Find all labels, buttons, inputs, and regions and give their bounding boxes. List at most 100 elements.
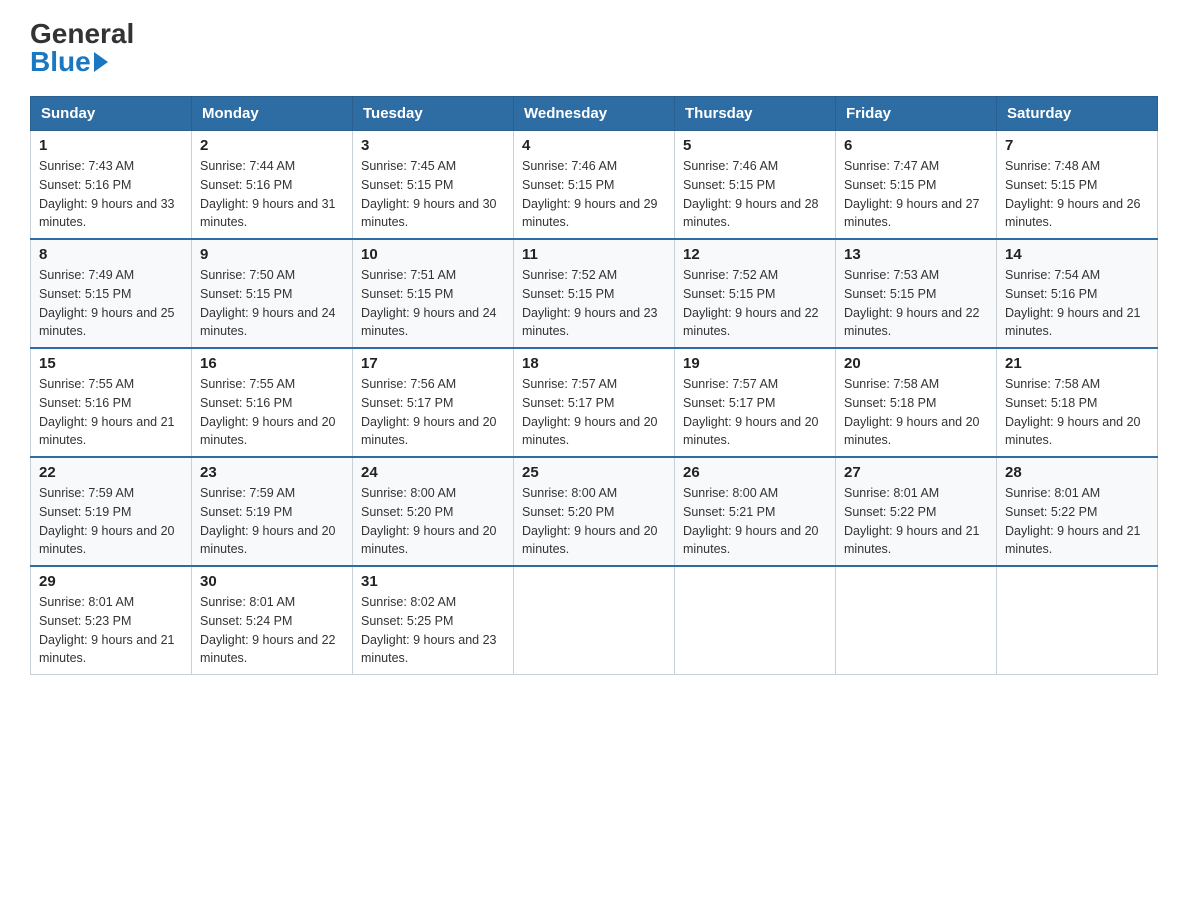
day-cell: 22 Sunrise: 7:59 AM Sunset: 5:19 PM Dayl… <box>31 457 192 566</box>
day-cell <box>675 566 836 675</box>
header: General Blue <box>30 20 1158 76</box>
day-cell: 25 Sunrise: 8:00 AM Sunset: 5:20 PM Dayl… <box>514 457 675 566</box>
day-cell: 21 Sunrise: 7:58 AM Sunset: 5:18 PM Dayl… <box>997 348 1158 457</box>
day-info: Sunrise: 7:58 AM Sunset: 5:18 PM Dayligh… <box>1005 377 1141 447</box>
day-number: 16 <box>200 355 344 372</box>
day-cell <box>836 566 997 675</box>
day-number: 17 <box>361 355 505 372</box>
day-number: 10 <box>361 246 505 263</box>
day-number: 8 <box>39 246 183 263</box>
day-info: Sunrise: 7:50 AM Sunset: 5:15 PM Dayligh… <box>200 268 336 338</box>
day-info: Sunrise: 7:55 AM Sunset: 5:16 PM Dayligh… <box>200 377 336 447</box>
day-number: 14 <box>1005 246 1149 263</box>
day-info: Sunrise: 7:57 AM Sunset: 5:17 PM Dayligh… <box>522 377 658 447</box>
day-number: 26 <box>683 464 827 481</box>
day-info: Sunrise: 7:57 AM Sunset: 5:17 PM Dayligh… <box>683 377 819 447</box>
day-number: 7 <box>1005 137 1149 154</box>
day-info: Sunrise: 8:01 AM Sunset: 5:24 PM Dayligh… <box>200 595 336 665</box>
day-info: Sunrise: 7:58 AM Sunset: 5:18 PM Dayligh… <box>844 377 980 447</box>
day-cell: 18 Sunrise: 7:57 AM Sunset: 5:17 PM Dayl… <box>514 348 675 457</box>
col-monday: Monday <box>192 97 353 131</box>
col-friday: Friday <box>836 97 997 131</box>
logo-blue-text: Blue <box>30 48 110 76</box>
day-cell: 6 Sunrise: 7:47 AM Sunset: 5:15 PM Dayli… <box>836 131 997 240</box>
day-number: 23 <box>200 464 344 481</box>
day-cell: 27 Sunrise: 8:01 AM Sunset: 5:22 PM Dayl… <box>836 457 997 566</box>
day-info: Sunrise: 7:59 AM Sunset: 5:19 PM Dayligh… <box>39 486 175 556</box>
day-number: 15 <box>39 355 183 372</box>
day-info: Sunrise: 8:01 AM Sunset: 5:22 PM Dayligh… <box>1005 486 1141 556</box>
col-sunday: Sunday <box>31 97 192 131</box>
day-number: 31 <box>361 573 505 590</box>
day-cell: 28 Sunrise: 8:01 AM Sunset: 5:22 PM Dayl… <box>997 457 1158 566</box>
day-cell: 17 Sunrise: 7:56 AM Sunset: 5:17 PM Dayl… <box>353 348 514 457</box>
day-info: Sunrise: 8:00 AM Sunset: 5:20 PM Dayligh… <box>361 486 497 556</box>
day-number: 25 <box>522 464 666 481</box>
day-info: Sunrise: 8:01 AM Sunset: 5:22 PM Dayligh… <box>844 486 980 556</box>
day-info: Sunrise: 7:52 AM Sunset: 5:15 PM Dayligh… <box>683 268 819 338</box>
day-number: 19 <box>683 355 827 372</box>
week-row-3: 15 Sunrise: 7:55 AM Sunset: 5:16 PM Dayl… <box>31 348 1158 457</box>
day-number: 22 <box>39 464 183 481</box>
day-cell: 23 Sunrise: 7:59 AM Sunset: 5:19 PM Dayl… <box>192 457 353 566</box>
day-number: 1 <box>39 137 183 154</box>
day-cell: 4 Sunrise: 7:46 AM Sunset: 5:15 PM Dayli… <box>514 131 675 240</box>
week-row-2: 8 Sunrise: 7:49 AM Sunset: 5:15 PM Dayli… <box>31 239 1158 348</box>
logo-triangle-icon <box>94 52 108 72</box>
day-info: Sunrise: 7:56 AM Sunset: 5:17 PM Dayligh… <box>361 377 497 447</box>
logo: General Blue <box>30 20 134 76</box>
day-cell: 13 Sunrise: 7:53 AM Sunset: 5:15 PM Dayl… <box>836 239 997 348</box>
day-info: Sunrise: 7:46 AM Sunset: 5:15 PM Dayligh… <box>683 159 819 229</box>
day-cell: 29 Sunrise: 8:01 AM Sunset: 5:23 PM Dayl… <box>31 566 192 675</box>
day-cell: 20 Sunrise: 7:58 AM Sunset: 5:18 PM Dayl… <box>836 348 997 457</box>
day-info: Sunrise: 7:44 AM Sunset: 5:16 PM Dayligh… <box>200 159 336 229</box>
day-cell <box>997 566 1158 675</box>
day-cell: 1 Sunrise: 7:43 AM Sunset: 5:16 PM Dayli… <box>31 131 192 240</box>
day-cell: 12 Sunrise: 7:52 AM Sunset: 5:15 PM Dayl… <box>675 239 836 348</box>
day-info: Sunrise: 8:01 AM Sunset: 5:23 PM Dayligh… <box>39 595 175 665</box>
day-info: Sunrise: 8:00 AM Sunset: 5:20 PM Dayligh… <box>522 486 658 556</box>
day-info: Sunrise: 7:52 AM Sunset: 5:15 PM Dayligh… <box>522 268 658 338</box>
day-info: Sunrise: 7:59 AM Sunset: 5:19 PM Dayligh… <box>200 486 336 556</box>
day-number: 11 <box>522 246 666 263</box>
calendar-body: 1 Sunrise: 7:43 AM Sunset: 5:16 PM Dayli… <box>31 131 1158 675</box>
day-number: 3 <box>361 137 505 154</box>
day-info: Sunrise: 7:47 AM Sunset: 5:15 PM Dayligh… <box>844 159 980 229</box>
day-cell: 7 Sunrise: 7:48 AM Sunset: 5:15 PM Dayli… <box>997 131 1158 240</box>
col-saturday: Saturday <box>997 97 1158 131</box>
week-row-5: 29 Sunrise: 8:01 AM Sunset: 5:23 PM Dayl… <box>31 566 1158 675</box>
day-info: Sunrise: 7:51 AM Sunset: 5:15 PM Dayligh… <box>361 268 497 338</box>
header-row: Sunday Monday Tuesday Wednesday Thursday… <box>31 97 1158 131</box>
day-info: Sunrise: 7:55 AM Sunset: 5:16 PM Dayligh… <box>39 377 175 447</box>
col-tuesday: Tuesday <box>353 97 514 131</box>
day-cell: 15 Sunrise: 7:55 AM Sunset: 5:16 PM Dayl… <box>31 348 192 457</box>
day-number: 27 <box>844 464 988 481</box>
day-cell: 3 Sunrise: 7:45 AM Sunset: 5:15 PM Dayli… <box>353 131 514 240</box>
day-number: 30 <box>200 573 344 590</box>
day-number: 4 <box>522 137 666 154</box>
logo-general-text: General <box>30 20 134 48</box>
day-number: 12 <box>683 246 827 263</box>
day-cell: 10 Sunrise: 7:51 AM Sunset: 5:15 PM Dayl… <box>353 239 514 348</box>
calendar-table: Sunday Monday Tuesday Wednesday Thursday… <box>30 96 1158 675</box>
day-number: 24 <box>361 464 505 481</box>
day-info: Sunrise: 8:02 AM Sunset: 5:25 PM Dayligh… <box>361 595 497 665</box>
day-cell: 26 Sunrise: 8:00 AM Sunset: 5:21 PM Dayl… <box>675 457 836 566</box>
day-info: Sunrise: 7:46 AM Sunset: 5:15 PM Dayligh… <box>522 159 658 229</box>
day-number: 21 <box>1005 355 1149 372</box>
day-info: Sunrise: 7:54 AM Sunset: 5:16 PM Dayligh… <box>1005 268 1141 338</box>
week-row-1: 1 Sunrise: 7:43 AM Sunset: 5:16 PM Dayli… <box>31 131 1158 240</box>
day-number: 5 <box>683 137 827 154</box>
col-thursday: Thursday <box>675 97 836 131</box>
day-info: Sunrise: 7:45 AM Sunset: 5:15 PM Dayligh… <box>361 159 497 229</box>
day-cell: 31 Sunrise: 8:02 AM Sunset: 5:25 PM Dayl… <box>353 566 514 675</box>
day-cell <box>514 566 675 675</box>
day-number: 6 <box>844 137 988 154</box>
day-info: Sunrise: 7:43 AM Sunset: 5:16 PM Dayligh… <box>39 159 175 229</box>
day-number: 29 <box>39 573 183 590</box>
day-cell: 2 Sunrise: 7:44 AM Sunset: 5:16 PM Dayli… <box>192 131 353 240</box>
day-cell: 5 Sunrise: 7:46 AM Sunset: 5:15 PM Dayli… <box>675 131 836 240</box>
day-cell: 19 Sunrise: 7:57 AM Sunset: 5:17 PM Dayl… <box>675 348 836 457</box>
day-cell: 9 Sunrise: 7:50 AM Sunset: 5:15 PM Dayli… <box>192 239 353 348</box>
day-cell: 8 Sunrise: 7:49 AM Sunset: 5:15 PM Dayli… <box>31 239 192 348</box>
